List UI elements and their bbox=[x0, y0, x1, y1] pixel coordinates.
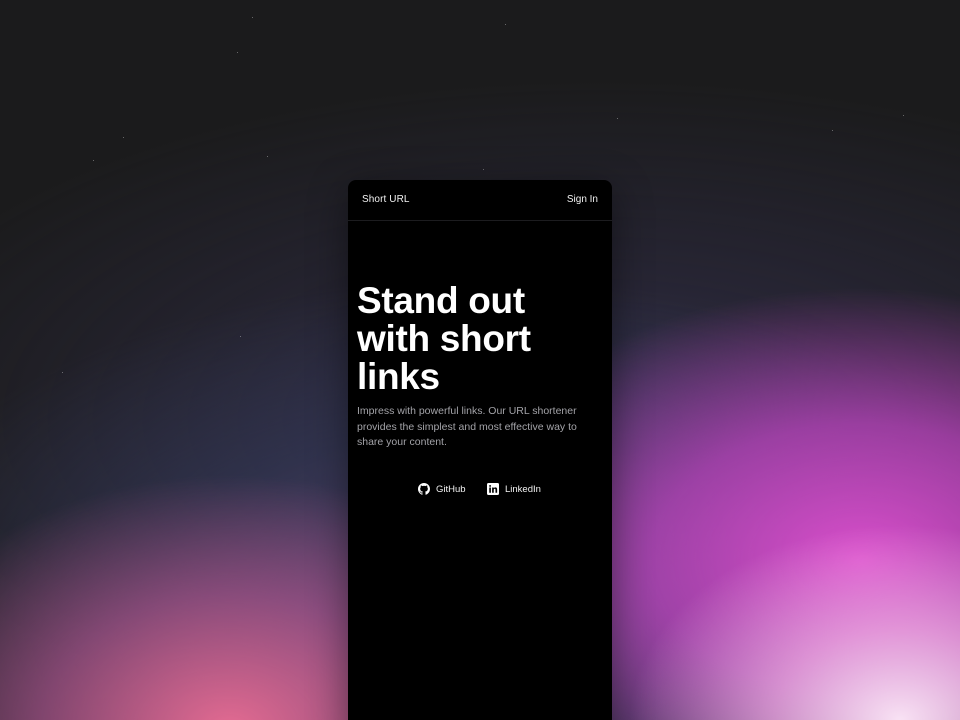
github-label: GitHub bbox=[436, 483, 466, 495]
navbar: Short URL Sign In bbox=[348, 180, 612, 221]
linkedin-link[interactable]: LinkedIn bbox=[487, 482, 541, 496]
hero-title-line-2: with short bbox=[357, 318, 531, 359]
mobile-viewport-card: Short URL Sign In Stand out with short l… bbox=[348, 180, 612, 720]
hero-title: Stand out with short links bbox=[357, 282, 597, 396]
linkedin-icon bbox=[487, 483, 499, 495]
brand-link[interactable]: Short URL bbox=[362, 194, 410, 205]
github-link[interactable]: GitHub bbox=[418, 482, 466, 496]
sign-in-link[interactable]: Sign In bbox=[567, 194, 598, 205]
hero-description: Impress with powerful links. Our URL sho… bbox=[357, 405, 577, 448]
linkedin-label: LinkedIn bbox=[505, 483, 541, 495]
social-links: GitHub LinkedIn bbox=[348, 482, 612, 496]
github-icon bbox=[418, 483, 430, 495]
hero-title-line-3: links bbox=[357, 356, 440, 397]
hero-title-line-1: Stand out bbox=[357, 280, 525, 321]
